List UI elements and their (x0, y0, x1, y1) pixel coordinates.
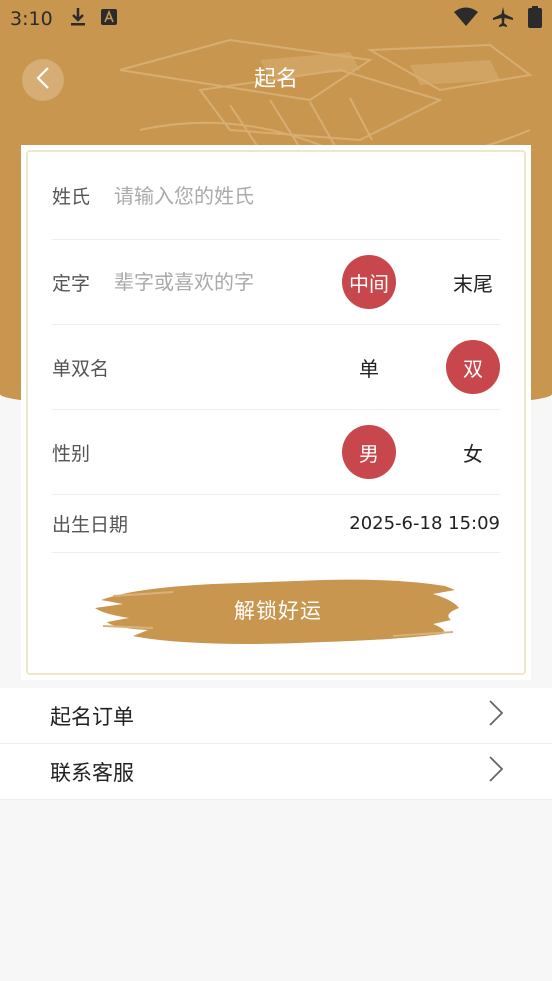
gender-female-option[interactable]: 女 (446, 425, 500, 479)
page-title: 起名 (253, 67, 298, 92)
fixed-char-input[interactable] (114, 270, 314, 294)
font-app-icon (100, 9, 117, 29)
chevron-right-icon (488, 699, 504, 732)
birth-date-row[interactable]: 出生日期 2025-6-18 15:09 (52, 495, 500, 553)
surname-row: 姓氏 (52, 152, 500, 240)
fixed-char-row: 定字 中间 末尾 (52, 240, 500, 325)
fixed-char-label: 定字 (52, 272, 91, 295)
position-end-option[interactable]: 末尾 (446, 255, 500, 309)
wifi-icon (454, 7, 478, 31)
status-time: 3:10 (10, 8, 53, 30)
birth-date-value[interactable]: 2025-6-18 15:09 (349, 513, 500, 534)
menu-item-label: 联系客服 (50, 760, 134, 785)
surname-label: 姓氏 (52, 186, 91, 208)
menu-item-contact-support[interactable]: 联系客服 (0, 744, 552, 800)
download-icon (69, 7, 87, 31)
single-name-option[interactable]: 单 (342, 340, 396, 394)
gender-male-option[interactable]: 男 (342, 425, 396, 479)
menu-item-label: 起名订单 (50, 704, 134, 729)
double-name-option[interactable]: 双 (446, 340, 500, 394)
position-middle-option[interactable]: 中间 (342, 255, 396, 309)
status-bar: 3:10 (0, 0, 552, 38)
birth-date-label: 出生日期 (52, 514, 129, 536)
chevron-right-icon (488, 755, 504, 788)
gender-row: 性别 男 女 (52, 410, 500, 495)
menu-list: 起名订单 联系客服 (0, 688, 552, 800)
menu-item-naming-orders[interactable]: 起名订单 (0, 688, 552, 744)
name-length-label: 单双名 (52, 357, 110, 380)
airplane-icon (492, 6, 514, 32)
surname-input[interactable] (114, 183, 314, 208)
name-length-row: 单双名 单 双 (52, 325, 500, 410)
unlock-button[interactable]: 解锁好运 (93, 570, 463, 650)
unlock-button-label: 解锁好运 (234, 599, 322, 623)
naming-form-card: 姓氏 定字 中间 末尾 单双名 单 双 性别 男 女 出 (21, 145, 531, 680)
gender-label: 性别 (52, 442, 91, 465)
battery-icon (528, 6, 542, 32)
